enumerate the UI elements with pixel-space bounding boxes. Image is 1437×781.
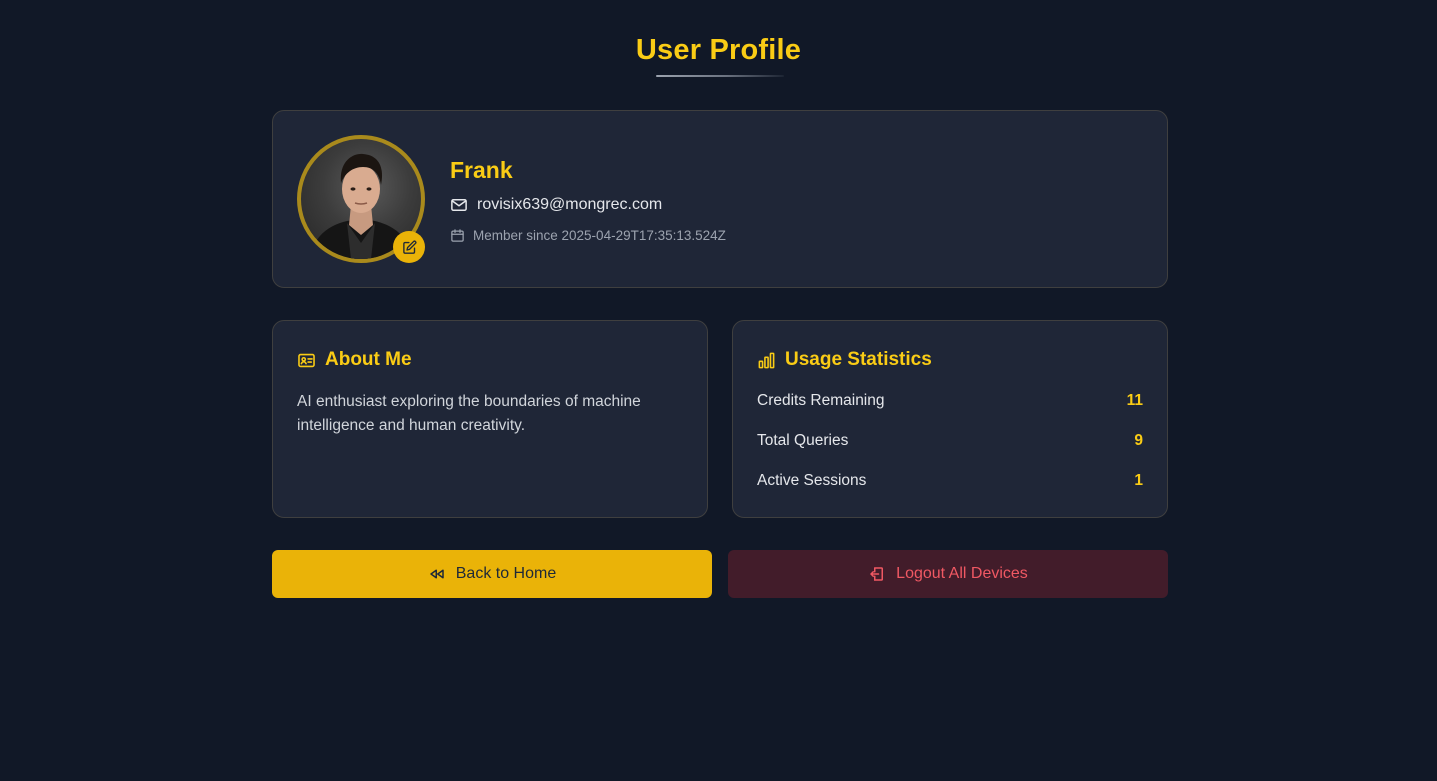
user-name: Frank (450, 157, 513, 183)
stat-total-queries: Total Queries 9 (757, 432, 1143, 450)
profile-page: User Profile Frank rovisix639@mongrec.co… (0, 0, 1437, 781)
stat-value: 1 (1134, 472, 1143, 489)
pencil-square-icon (402, 240, 416, 254)
logout-door-icon (870, 567, 884, 581)
page-title: User Profile (635, 34, 802, 66)
edit-avatar-button[interactable] (393, 231, 425, 263)
stat-active-sessions: Active Sessions 1 (757, 472, 1143, 490)
stat-label: Total Queries (757, 432, 849, 449)
about-title: About Me (325, 349, 412, 370)
calendar-icon (451, 229, 464, 242)
back-to-home-label: Back to Home (455, 565, 557, 582)
user-email: rovisix639@mongrec.com (477, 196, 663, 213)
about-heading: About Me (297, 349, 412, 371)
avatar-container (297, 135, 425, 263)
stat-label: Credits Remaining (757, 392, 885, 409)
logout-all-devices-label: Logout All Devices (896, 565, 1028, 582)
logout-all-devices-button[interactable]: Logout All Devices (728, 550, 1168, 598)
email-row: rovisix639@mongrec.com (450, 196, 662, 214)
profile-card: Frank rovisix639@mongrec.com Member sinc… (272, 110, 1168, 288)
stat-credits-remaining: Credits Remaining 11 (757, 392, 1143, 410)
stats-heading: Usage Statistics (757, 349, 932, 371)
title-underline (656, 75, 784, 77)
stat-label: Active Sessions (757, 472, 867, 489)
about-card: About Me AI enthusiast exploring the bou… (272, 320, 708, 518)
bar-chart-icon (758, 352, 775, 368)
about-text: AI enthusiast exploring the boundaries o… (297, 393, 641, 434)
stats-card: Usage Statistics Credits Remaining 11 To… (732, 320, 1168, 518)
member-since: Member since 2025-04-29T17:35:13.524Z (473, 228, 726, 243)
stat-value: 11 (1126, 392, 1143, 409)
envelope-icon (451, 199, 467, 211)
rewind-icon (430, 569, 444, 579)
member-since-row: Member since 2025-04-29T17:35:13.524Z (450, 228, 726, 243)
id-card-icon (298, 353, 315, 367)
stat-value: 9 (1134, 432, 1143, 449)
stats-title: Usage Statistics (785, 349, 932, 370)
back-to-home-button[interactable]: Back to Home (272, 550, 712, 598)
